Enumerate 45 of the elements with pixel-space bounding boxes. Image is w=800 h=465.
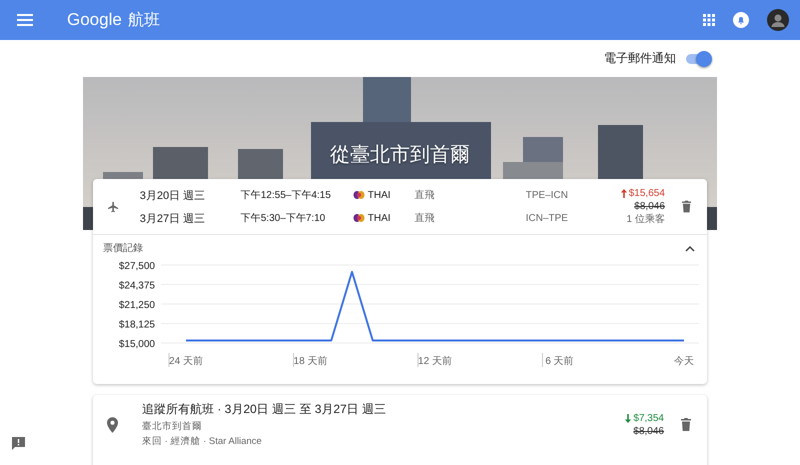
section-title: 票價記錄 — [103, 242, 143, 255]
feedback-icon[interactable] — [12, 437, 25, 450]
original-price: $8,046 — [633, 424, 664, 438]
passenger-count: 1 位乘客 — [626, 213, 665, 226]
axis-label: 12 天前 — [418, 356, 452, 367]
flight-times: 下午12:55–下午4:15 — [240, 189, 332, 202]
axis-label: 24 天前 — [169, 356, 203, 367]
location-pin-icon — [107, 416, 118, 432]
axis-label: $18,125 — [118, 320, 155, 330]
app-title: 航班 — [128, 10, 160, 30]
stops-text: 直飛 — [414, 188, 436, 202]
stops-text: 直飛 — [414, 212, 436, 225]
search-details: 來回 · 經濟艙 · Star Alliance — [142, 435, 263, 448]
airline-name: THAI — [368, 212, 391, 224]
trip-title: 從臺北市到首爾 — [330, 143, 470, 168]
avatar[interactable] — [767, 9, 789, 31]
apps-icon[interactable] — [703, 14, 715, 26]
current-price: $7,354 — [633, 412, 664, 424]
route-text: ICN–TPE — [526, 212, 569, 224]
flight-date: 3月20日 週三 — [140, 188, 206, 202]
menu-icon[interactable] — [17, 14, 33, 26]
axis-label: $21,250 — [118, 300, 155, 311]
airline-logo-icon — [352, 190, 365, 200]
search-title: 追蹤所有航班 · 3月20日 週三 至 3月27日 週三 — [142, 401, 388, 418]
route-text: TPE–ICN — [526, 190, 569, 200]
airplane-icon — [107, 200, 120, 214]
chevron-icon[interactable] — [685, 244, 695, 252]
current-price: $15,654 — [628, 187, 665, 200]
search-route: 臺北市到首爾 — [142, 420, 203, 433]
axis-label: 今天 — [674, 356, 694, 367]
notifications-icon[interactable] — [733, 12, 749, 28]
original-price: $8,046 — [634, 200, 665, 213]
airline-logo-icon — [352, 213, 365, 223]
axis-label: $27,500 — [118, 261, 155, 272]
delete-icon[interactable] — [682, 200, 691, 213]
axis-label: 6 天前 — [545, 356, 574, 367]
axis-label: $15,000 — [118, 339, 155, 350]
flight-times: 下午5:30–下午7:10 — [240, 212, 326, 225]
axis-label: $24,375 — [118, 280, 155, 292]
google-logo[interactable]: Google — [67, 10, 122, 30]
axis-label: 18 天前 — [294, 356, 328, 367]
delete-icon[interactable] — [681, 418, 691, 431]
airline-name: THAI — [368, 190, 391, 200]
toggle-label: 電子郵件通知 — [604, 50, 676, 67]
flight-date: 3月27日 週三 — [140, 212, 206, 226]
